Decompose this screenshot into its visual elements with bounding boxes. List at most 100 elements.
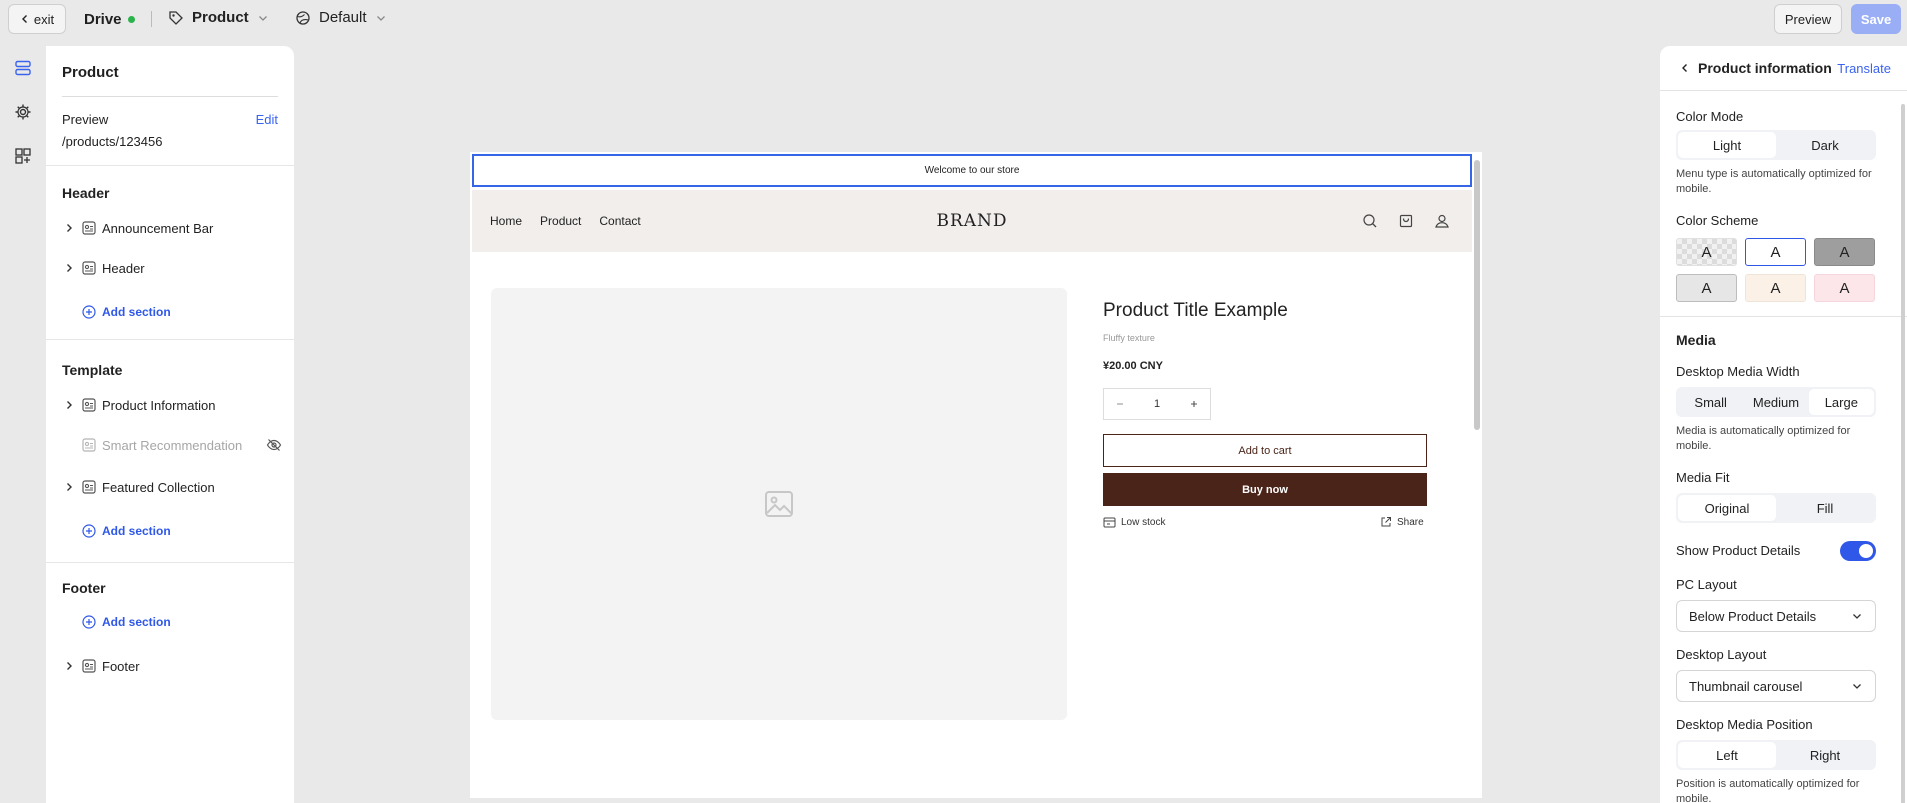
image-icon: [763, 488, 795, 520]
color-scheme-label: Color Scheme: [1676, 213, 1759, 228]
share-label: Share: [1397, 516, 1424, 528]
section-item-smart-recommendation[interactable]: Smart Recommendation: [62, 434, 282, 456]
media-width-label: Desktop Media Width: [1676, 364, 1800, 379]
panel-title: Product: [62, 64, 119, 81]
desktop-layout-select[interactable]: Thumbnail carousel: [1676, 670, 1876, 702]
chevron-right-icon[interactable]: [62, 661, 76, 671]
inventory-icon: [1103, 516, 1116, 529]
add-section-button[interactable]: Add section: [82, 615, 171, 629]
settings-scrollbar[interactable]: [1901, 104, 1905, 803]
chevron-right-icon[interactable]: [62, 263, 76, 273]
preview-button[interactable]: Preview: [1774, 4, 1842, 34]
media-position-left[interactable]: Left: [1678, 742, 1776, 768]
user-icon[interactable]: [1434, 213, 1450, 229]
group-template: Template: [62, 362, 123, 378]
media-section-title: Media: [1676, 332, 1716, 348]
media-position-right[interactable]: Right: [1776, 742, 1874, 768]
add-to-cart-button[interactable]: Add to cart: [1103, 434, 1427, 467]
section-item-label: Announcement Bar: [102, 220, 214, 236]
show-details-label: Show Product Details: [1676, 543, 1801, 558]
store-name[interactable]: Drive: [84, 11, 135, 28]
color-scheme-swatches: A A A: [1676, 238, 1876, 266]
cart-icon[interactable]: [1398, 213, 1414, 229]
media-fit-toggle[interactable]: Original Fill: [1676, 493, 1876, 523]
section-item-header[interactable]: Header: [62, 257, 282, 279]
media-fit-original[interactable]: Original: [1678, 495, 1776, 521]
store-preview: Welcome to our store Home Product Contac…: [470, 152, 1482, 798]
save-button[interactable]: Save: [1851, 4, 1901, 34]
scheme-swatch-light-gray[interactable]: A: [1676, 274, 1737, 302]
search-icon[interactable]: [1362, 213, 1378, 229]
store-header[interactable]: Home Product Contact BRAND: [472, 190, 1472, 252]
section-icon: [82, 659, 96, 673]
color-mode-label: Color Mode: [1676, 109, 1744, 124]
media-width-small[interactable]: Small: [1678, 389, 1743, 415]
media-width-medium[interactable]: Medium: [1743, 389, 1808, 415]
chevron-right-icon[interactable]: [62, 482, 76, 492]
page-type-select[interactable]: Product: [168, 9, 269, 26]
pc-layout-select[interactable]: Below Product Details: [1676, 600, 1876, 632]
color-mode-toggle[interactable]: Light Dark: [1676, 130, 1876, 160]
buy-now-button[interactable]: Buy now: [1103, 473, 1427, 506]
product-image-placeholder[interactable]: [491, 288, 1067, 720]
scheme-swatch-gray[interactable]: A: [1814, 238, 1875, 266]
theme-select[interactable]: Default: [295, 9, 387, 26]
sections-icon[interactable]: [14, 59, 32, 77]
translate-link[interactable]: Translate: [1837, 61, 1891, 76]
announcement-bar[interactable]: Welcome to our store: [472, 154, 1472, 187]
add-section-button[interactable]: Add section: [82, 524, 171, 538]
media-position-note: Position is automatically optimized for …: [1676, 778, 1860, 803]
media-position-toggle[interactable]: Left Right: [1676, 740, 1876, 770]
add-section-button[interactable]: Add section: [82, 305, 171, 319]
divider: [62, 96, 278, 97]
plus-icon[interactable]: [1189, 399, 1199, 409]
media-fit-fill[interactable]: Fill: [1776, 495, 1874, 521]
store-name-label: Drive: [84, 11, 122, 28]
gear-icon[interactable]: [14, 103, 32, 121]
chevron-down-icon: [257, 12, 269, 24]
media-position-label: Desktop Media Position: [1676, 717, 1813, 732]
chevron-right-icon[interactable]: [62, 223, 76, 233]
show-details-toggle[interactable]: [1840, 541, 1876, 561]
preview-scrollbar[interactable]: [1474, 160, 1480, 430]
scheme-swatch-transparent[interactable]: A: [1676, 238, 1737, 266]
section-item-label: Smart Recommendation: [102, 437, 243, 453]
share-icon: [1380, 516, 1392, 528]
eye-off-icon[interactable]: [266, 437, 282, 453]
color-mode-note: Menu type is automatically optimized for…: [1676, 168, 1872, 195]
section-item-featured-collection[interactable]: Featured Collection: [62, 476, 282, 498]
media-width-large[interactable]: Large: [1808, 389, 1874, 415]
media-width-toggle[interactable]: Small Medium Large: [1676, 387, 1876, 417]
scheme-swatch-white[interactable]: A: [1745, 238, 1806, 266]
share-button[interactable]: Share: [1380, 516, 1424, 528]
section-item-label: Featured Collection: [102, 479, 215, 495]
media-fit-label: Media Fit: [1676, 470, 1730, 485]
stock-status: Low stock: [1103, 516, 1165, 529]
settings-header[interactable]: Product information: [1680, 60, 1832, 76]
section-icon: [82, 398, 96, 412]
exit-button[interactable]: exit: [8, 4, 66, 34]
product-title: Product Title Example: [1103, 300, 1288, 321]
chevron-right-icon[interactable]: [62, 400, 76, 410]
minus-icon[interactable]: [1115, 399, 1125, 409]
tag-icon: [168, 10, 184, 26]
scheme-swatch-cream[interactable]: A: [1745, 274, 1806, 302]
chevron-left-icon[interactable]: [1680, 63, 1690, 73]
color-mode-light[interactable]: Light: [1678, 132, 1776, 158]
color-mode-dark[interactable]: Dark: [1776, 132, 1874, 158]
apps-add-icon[interactable]: [14, 147, 32, 165]
chevron-down-icon: [1851, 610, 1863, 622]
brand-logo[interactable]: BRAND: [472, 211, 1472, 231]
quantity-value[interactable]: 1: [1154, 398, 1160, 410]
divider: [46, 562, 294, 563]
icon-rail: [0, 46, 46, 803]
section-item-product-information[interactable]: Product Information: [62, 394, 282, 416]
preview-path: /products/123456: [62, 134, 163, 149]
plus-circle-icon: [82, 305, 96, 319]
edit-link[interactable]: Edit: [256, 112, 278, 127]
section-item-footer[interactable]: Footer: [62, 655, 282, 677]
divider: [46, 339, 294, 340]
scheme-swatch-pink[interactable]: A: [1814, 274, 1875, 302]
section-item-announcement-bar[interactable]: Announcement Bar: [62, 217, 282, 239]
quantity-stepper[interactable]: 1: [1103, 388, 1211, 420]
